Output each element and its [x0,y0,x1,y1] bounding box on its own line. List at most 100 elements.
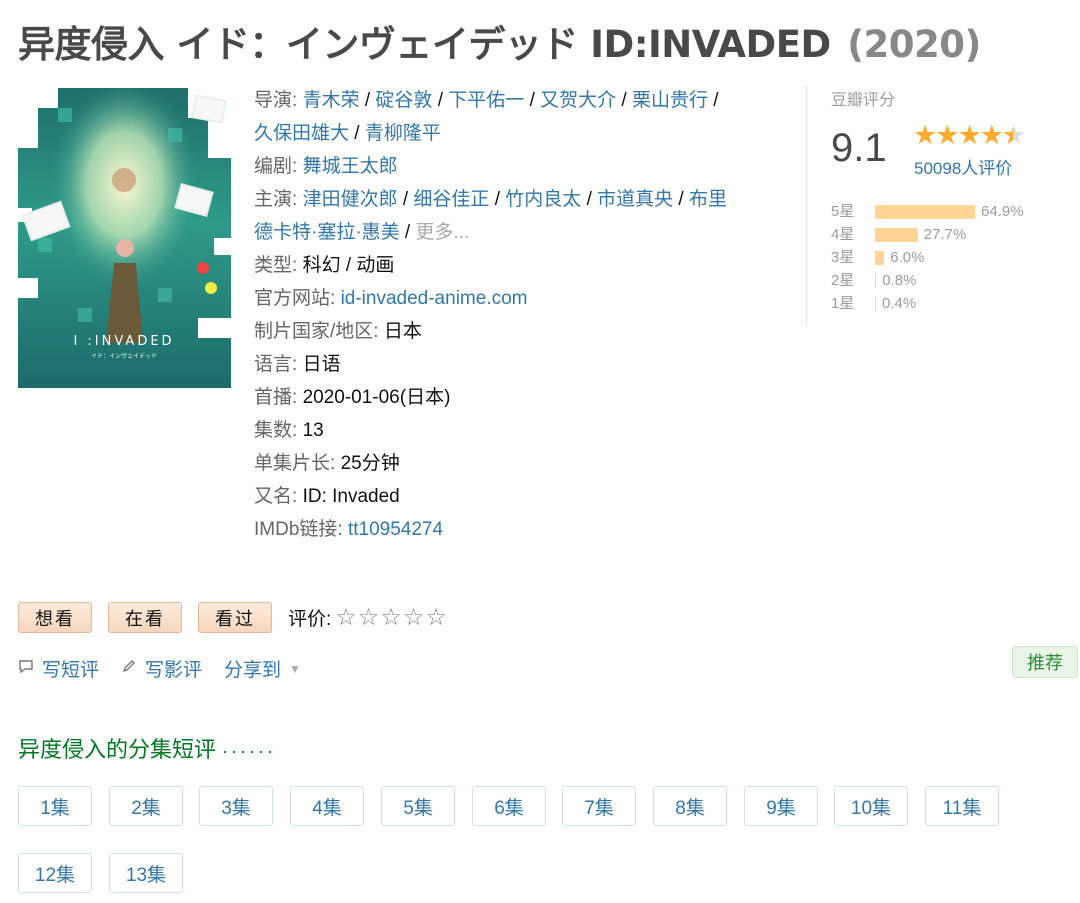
rating-bar-label: 5星 [831,203,855,220]
rating-bar-percent: 0.8% [882,272,917,289]
rating-score: 9.1 [831,126,887,170]
rating-bar-label: 2星 [831,272,855,289]
director-link[interactable]: 又贺大介 [540,90,616,111]
star-icon: ★ [935,120,959,150]
episode-button[interactable]: 2集 [109,786,183,826]
official-site-link[interactable]: id-invaded-anime.com [341,288,528,309]
country-label: 制片国家/地区: [254,321,379,342]
episode-button[interactable]: 9集 [744,786,818,826]
director-link[interactable]: 久保田雄大 [254,123,349,144]
write-review-link[interactable]: 写影评 [145,655,202,682]
write-short-review[interactable]: 写短评 [18,655,99,682]
episode-button[interactable]: 1集 [18,786,92,826]
runtime-value: 25分钟 [340,453,400,474]
imdb-row: IMDb链接: tt10954274 [254,513,784,546]
chevron-down-icon: ▼ [289,661,301,676]
episode-button[interactable]: 4集 [290,786,364,826]
language-value: 日语 [302,354,341,375]
write-short-review-link[interactable]: 写短评 [42,655,99,682]
runtime-row: 单集片长: 25分钟 [254,447,784,480]
rating-bar-row: 4星 27.7% [831,223,1024,246]
episode-button[interactable]: 3集 [199,786,273,826]
language-row: 语言: 日语 [254,348,784,381]
cast-link[interactable]: 竹内良太 [505,189,581,210]
director-row-2: 久保田雄大 / 青柳隆平 [254,123,441,144]
rating-bar-percent: 6.0% [890,249,925,266]
runtime-label: 单集片长: [254,453,336,474]
aka-row: 又名: ID: Invaded [254,480,784,513]
director-link[interactable]: 下平佑一 [448,90,524,111]
rating-bar-percent: 0.4% [882,295,917,312]
site-label: 官方网站: [254,288,336,309]
director-link[interactable]: 青柳隆平 [365,123,441,144]
episodes-title-dots: ······ [222,741,276,761]
star-icon: ★ [957,120,981,150]
cast-row-2: 德卡特·塞拉·惠美 / 更多... [254,222,470,243]
poster-image[interactable]: I :INVADED イド：インヴェイデッド [18,88,231,388]
aka-value: ID: Invaded [302,486,400,507]
rate-label: 评价: [288,609,332,630]
cast-link[interactable]: 布里 [689,189,727,210]
rate-stars-input[interactable]: ☆☆☆☆☆ [335,603,448,632]
cast-link[interactable]: 市道真央 [597,189,673,210]
episodes-section-title: 异度侵入的分集短评 ······ [18,732,276,764]
rating-bar-row: 2星 0.8% [831,269,1024,292]
country-row: 制片国家/地区: 日本 [254,315,784,348]
episode-button[interactable]: 10集 [834,786,908,826]
premiere-row: 首播: 2020-01-06(日本) [254,381,784,414]
share-link[interactable]: 分享到 [224,655,281,682]
rating-bar [875,250,885,265]
star-icon: ★ [979,120,1004,150]
director-label: 导演: [254,90,298,111]
episode-button[interactable]: 7集 [562,786,636,826]
cast-link[interactable]: 津田健次郎 [303,189,398,210]
rating-bar-label: 1星 [831,295,855,312]
episodes-value: 13 [302,420,324,441]
recommend-button[interactable]: 推荐 [1012,646,1078,678]
cast-link[interactable]: 细谷佳正 [413,189,489,210]
half-star-icon: ★★ [1001,120,1026,150]
director-link[interactable]: 栗山贵行 [632,90,708,111]
poster-art: I :INVADED イド：インヴェイデッド [18,88,231,388]
imdb-label: IMDb链接: [254,519,343,540]
rating-bar [875,296,876,311]
episode-button[interactable]: 11集 [925,786,999,826]
episode-button[interactable]: 6集 [472,786,546,826]
rating-bar-row: 1星 0.4% [831,292,1024,315]
share-dropdown[interactable]: 分享到 ▼ [224,655,301,682]
pencil-icon [121,658,137,679]
episodes-title-text: 异度侵入的分集短评 [18,737,217,762]
watched-button[interactable]: 看过 [198,602,272,633]
title-name: 异度侵入 イド：インヴェイデッド ID:INVADED [18,23,831,66]
votes-link[interactable]: 50098人评价 [914,154,1012,179]
cast-link-cont[interactable]: 德卡特·塞拉·惠美 [254,222,400,243]
write-review[interactable]: 写影评 [121,655,202,682]
rating-label: 豆瓣评分 [831,92,896,109]
rating-bar [875,273,877,288]
genre-value: 科幻 / 动画 [302,255,395,276]
episode-button[interactable]: 12集 [18,853,92,893]
director-link[interactable]: 碇谷敦 [375,90,432,111]
imdb-link[interactable]: tt10954274 [348,519,443,540]
director-row: 导演: 青木荣 / 碇谷敦 / 下平佑一 / 又贺大介 / 栗山贵行 / [254,90,719,111]
actions-bar: 想看 在看 看过 评价: ☆☆☆☆☆ [18,602,448,633]
premiere-value: 2020-01-06(日本) [302,387,451,408]
poster-logo-sub: イド：インヴェイデッド [91,352,157,360]
rating-breakdown: 5星 64.9% 4星 27.7% 3星 6.0% 2星 0.8% 1星 0.4% [831,200,1024,315]
episode-button[interactable]: 13集 [109,853,183,893]
rating-bar-label: 3星 [831,249,855,266]
country-value: 日本 [383,321,422,342]
rating-bar [875,204,975,219]
watching-button[interactable]: 在看 [108,602,182,633]
tools-bar: 写短评 写影评 分享到 ▼ [18,655,323,682]
rating-bar-row: 3星 6.0% [831,246,1024,269]
want-to-watch-button[interactable]: 想看 [18,602,92,633]
rating-bar-percent: 64.9% [981,203,1024,220]
director-link[interactable]: 青木荣 [303,90,360,111]
episode-button[interactable]: 8集 [653,786,727,826]
language-label: 语言: [254,354,298,375]
writer-link[interactable]: 舞城王太郎 [303,156,398,177]
more-cast-link[interactable]: 更多... [416,222,470,243]
episodes-row: 集数: 13 [254,414,784,447]
episode-button[interactable]: 5集 [381,786,455,826]
